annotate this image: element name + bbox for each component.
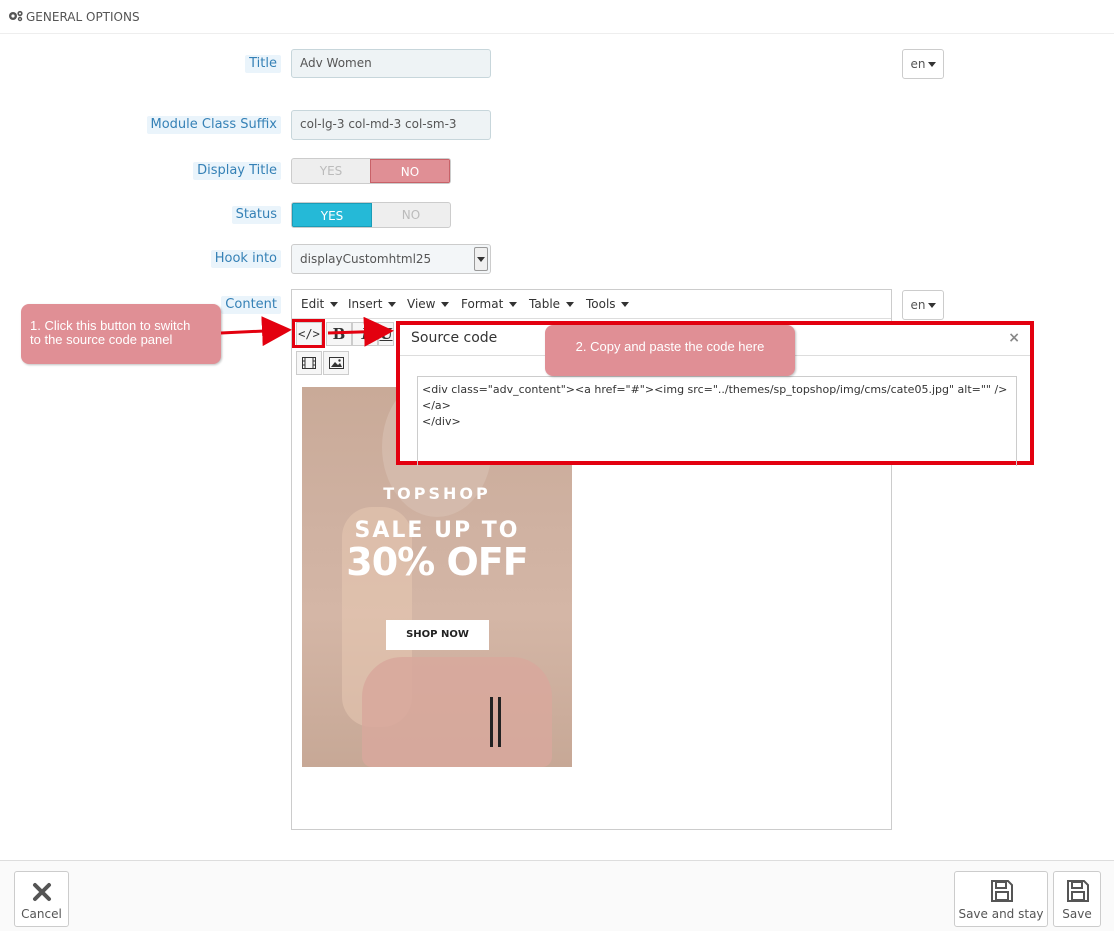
floppy-icon	[991, 880, 1013, 902]
cancel-label: Cancel	[21, 907, 62, 921]
arrow-to-dialog	[327, 316, 394, 347]
save-and-stay-label: Save and stay	[958, 907, 1044, 921]
save-and-stay-button[interactable]: Save and stay	[954, 871, 1048, 927]
save-button[interactable]: Save	[1053, 871, 1101, 927]
panel-footer	[0, 860, 1114, 931]
annotation-arrows	[220, 316, 394, 347]
arrow-to-source-button	[220, 316, 292, 347]
cancel-button[interactable]: Cancel	[14, 871, 69, 927]
floppy-icon	[1067, 880, 1089, 902]
close-x-icon	[33, 883, 51, 901]
save-label: Save	[1062, 907, 1092, 921]
